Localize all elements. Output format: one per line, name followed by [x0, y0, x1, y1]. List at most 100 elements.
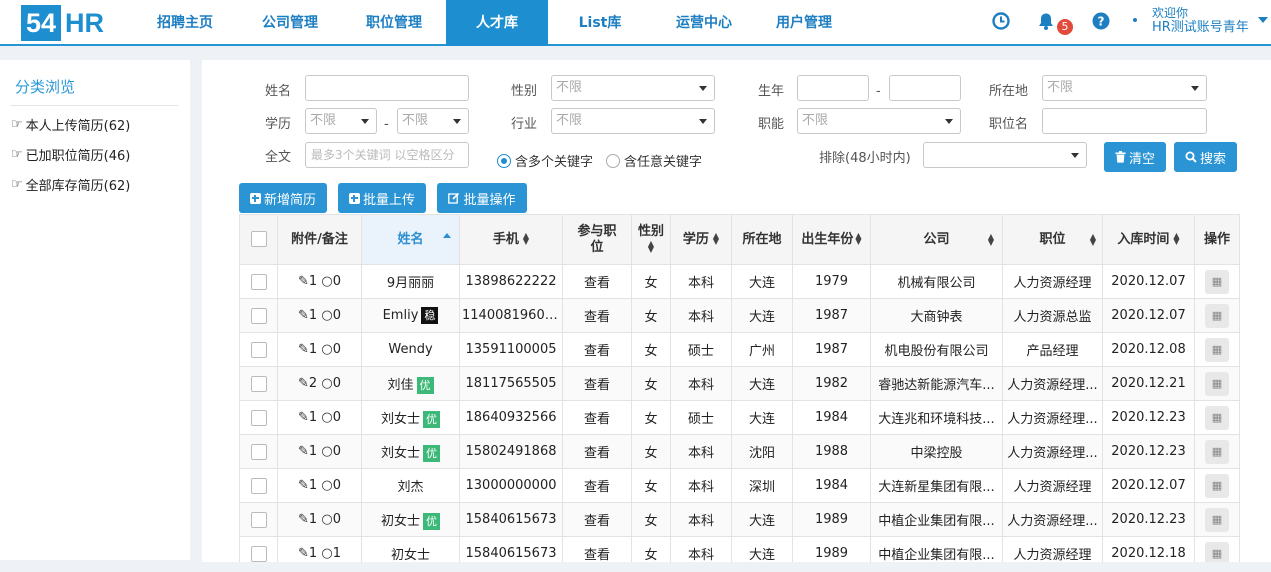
paperclip-icon[interactable]: ✎ [298, 512, 309, 527]
table-row[interactable]: ✎1 ○0 Wendy 13591100005 查看 女硕士 广州 1987 机电股份有限公司… [239, 332, 1240, 367]
paperclip-icon[interactable]: ✎ [298, 444, 309, 459]
paperclip-icon[interactable]: ✎ [298, 546, 309, 561]
comment-icon[interactable]: ○ [321, 478, 332, 493]
education-from-select[interactable]: 不限 [305, 108, 377, 134]
table-row[interactable]: ✎1 ○0 刘杰 13000000000 查看 女本科 深圳 1984 大连新星集团有限...… [239, 468, 1240, 503]
col-birth-year[interactable]: 出生年份 ▲ ▼ [792, 214, 871, 265]
search-button[interactable]: 搜索 [1174, 142, 1237, 172]
batch-ops-button[interactable]: 批量操作 [437, 183, 527, 213]
view-applied-link[interactable]: 查看 [584, 310, 610, 325]
bell-icon[interactable] [1036, 11, 1056, 31]
candidate-name[interactable]: 刘杰 [397, 480, 423, 495]
comment-icon[interactable]: ○ [321, 342, 332, 357]
candidate-name[interactable]: 初女士 [391, 548, 430, 562]
nav-item-talent-pool[interactable]: 人才库 [446, 0, 548, 46]
qrcode-icon[interactable]: ▦ [1205, 269, 1229, 294]
qrcode-icon[interactable]: ▦ [1205, 473, 1229, 498]
row-checkbox[interactable] [250, 545, 267, 562]
function-select[interactable]: 不限 [797, 108, 961, 134]
candidate-name[interactable]: 初女士 [381, 514, 420, 529]
table-row[interactable]: ✎1 ○0 刘女士优 15802491868 查看女本科 沈阳 1988 中梁控股 人力资源经… [239, 434, 1240, 469]
view-applied-link[interactable]: 查看 [584, 378, 610, 393]
comment-icon[interactable]: ○ [321, 410, 332, 425]
col-company[interactable]: 公司 ▲ ▼ [870, 214, 1003, 265]
sidebar-item-my-uploads[interactable]: ☞ 本人上传简历(62) [11, 115, 130, 134]
nav-item-company[interactable]: 公司管理 [238, 0, 342, 46]
qrcode-icon[interactable]: ▦ [1205, 405, 1229, 430]
candidate-name[interactable]: 9月丽丽 [387, 276, 434, 291]
batch-upload-button[interactable]: 批量上传 [338, 183, 426, 213]
view-applied-link[interactable]: 查看 [584, 276, 610, 291]
candidate-name[interactable]: 刘女士 [381, 412, 420, 427]
nav-item-list[interactable]: List库 [548, 0, 652, 46]
table-row[interactable]: ✎1 ○0 初女士优 15840615673 查看女本科 大连 1989 中植企业集团有限.… [239, 502, 1240, 537]
comment-icon[interactable]: ○ [321, 308, 332, 323]
view-applied-link[interactable]: 查看 [584, 548, 610, 562]
view-applied-link[interactable]: 查看 [584, 514, 610, 529]
row-checkbox[interactable] [250, 477, 267, 494]
table-row[interactable]: ✎2 ○0 刘佳优 18117565505 查看女本科 大连 1982 睿驰达新能源汽车..… [239, 366, 1240, 401]
qrcode-icon[interactable]: ▦ [1205, 303, 1229, 328]
education-to-select[interactable]: 不限 [397, 108, 469, 134]
paperclip-icon[interactable]: ✎ [298, 410, 309, 425]
row-checkbox[interactable] [250, 273, 267, 290]
col-date[interactable]: 入库时间 ▲ ▼ [1102, 214, 1195, 265]
birth-year-from-input[interactable] [797, 75, 869, 101]
row-checkbox[interactable] [250, 375, 267, 392]
comment-icon[interactable]: ○ [321, 274, 332, 289]
comment-icon[interactable]: ○ [321, 512, 332, 527]
qrcode-icon[interactable]: ▦ [1205, 439, 1229, 464]
select-all-checkbox[interactable] [250, 231, 267, 248]
row-checkbox[interactable] [250, 409, 267, 426]
col-gender[interactable]: 性别 ▲ ▼ [631, 214, 671, 265]
row-checkbox[interactable] [250, 511, 267, 528]
row-checkbox[interactable] [250, 341, 267, 358]
chevron-down-icon[interactable] [1258, 17, 1268, 23]
comment-icon[interactable]: ○ [321, 376, 332, 391]
qrcode-icon[interactable]: ▦ [1205, 507, 1229, 532]
table-row[interactable]: ✎1 ○0 刘女士优 18640932566 查看女硕士 大连 1984 大连兆和环境科技.… [239, 400, 1240, 435]
candidate-name[interactable]: Wendy [388, 342, 432, 357]
row-checkbox[interactable] [250, 443, 267, 460]
help-icon[interactable]: ? [1091, 11, 1111, 31]
nav-item-jobs[interactable]: 职位管理 [342, 0, 446, 46]
paperclip-icon[interactable]: ✎ [298, 342, 309, 357]
birth-year-to-input[interactable] [889, 75, 961, 101]
view-applied-link[interactable]: 查看 [584, 344, 610, 359]
paperclip-icon[interactable]: ✎ [298, 274, 309, 289]
candidate-name[interactable]: 刘佳 [387, 378, 413, 393]
logo[interactable]: 54 HR [21, 5, 104, 41]
candidate-name[interactable]: 刘女士 [381, 446, 420, 461]
nav-item-operations[interactable]: 运营中心 [652, 0, 756, 46]
name-input[interactable] [305, 75, 469, 101]
view-applied-link[interactable]: 查看 [584, 446, 610, 461]
industry-select[interactable]: 不限 [551, 108, 715, 134]
sidebar-item-all-stock[interactable]: ☞ 全部库存简历(62) [11, 175, 130, 194]
col-education[interactable]: 学历 ▲ ▼ [670, 214, 732, 265]
paperclip-icon[interactable]: ✎ [298, 308, 309, 323]
view-applied-link[interactable]: 查看 [584, 412, 610, 427]
clear-button[interactable]: 清空 [1104, 142, 1166, 172]
exclude-select[interactable] [923, 142, 1087, 168]
paperclip-icon[interactable]: ✎ [298, 478, 309, 493]
view-applied-link[interactable]: 查看 [584, 480, 610, 495]
location-select[interactable]: 不限 [1042, 75, 1207, 101]
col-phone[interactable]: 手机 ▲ ▼ [459, 214, 563, 265]
gender-select[interactable]: 不限 [551, 75, 715, 101]
nav-item-users[interactable]: 用户管理 [756, 0, 852, 46]
candidate-name[interactable]: Emliy [383, 308, 419, 323]
clock-icon[interactable] [991, 11, 1011, 31]
col-name[interactable]: 姓名 [361, 214, 460, 265]
radio-all-keywords[interactable]: 含多个关键字 [497, 151, 593, 170]
comment-icon[interactable]: ○ [321, 546, 332, 561]
table-row[interactable]: ✎1 ○1 初女士 15840615673 查看女本科 大连 1989 中植企业集团有限..… [239, 536, 1240, 562]
row-checkbox[interactable] [250, 307, 267, 324]
fulltext-input[interactable]: 最多3个关键词 以空格区分 [305, 142, 469, 168]
sidebar-item-job-added[interactable]: ☞ 已加职位简历(46) [11, 145, 130, 164]
table-row[interactable]: ✎1 ○0 Emliy 稳 114008196020 查看女本科 大连 1987 大商钟表 人力… [239, 298, 1240, 333]
qrcode-icon[interactable]: ▦ [1205, 337, 1229, 362]
add-resume-button[interactable]: 新增简历 [239, 183, 327, 213]
comment-icon[interactable]: ○ [321, 444, 332, 459]
radio-any-keyword[interactable]: 含任意关键字 [606, 151, 702, 170]
nav-item-home[interactable]: 招聘主页 [132, 0, 238, 46]
